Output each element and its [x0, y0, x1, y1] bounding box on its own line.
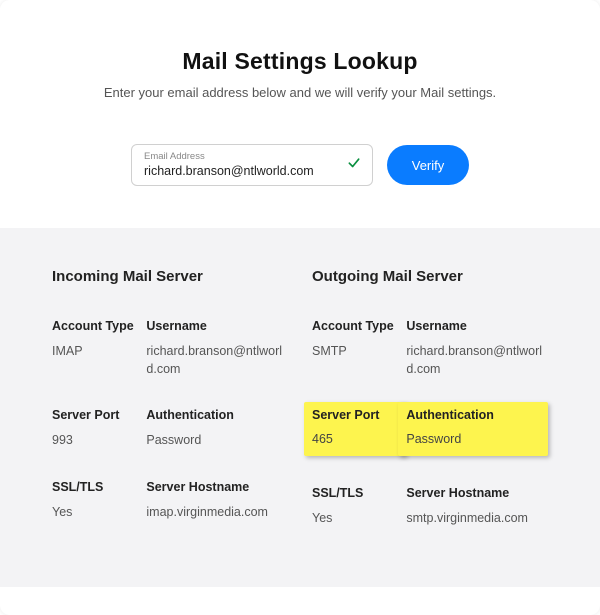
outgoing-server-port: Server Port 465 [312, 408, 406, 456]
outgoing-account-type: Account Type SMTP [312, 319, 406, 378]
value-ssl: Yes [312, 510, 406, 528]
value-ssl: Yes [52, 504, 146, 522]
value-hostname: smtp.virginmedia.com [406, 510, 548, 528]
mail-settings-card: Mail Settings Lookup Enter your email ad… [0, 0, 600, 615]
results-section: Incoming Mail Server Account Type IMAP U… [0, 228, 600, 587]
email-float-label: Email Address [144, 152, 336, 162]
email-input[interactable] [144, 164, 336, 178]
incoming-server-port: Server Port 993 [52, 408, 146, 450]
incoming-hostname: Server Hostname imap.virginmedia.com [146, 480, 288, 522]
incoming-ssl: SSL/TLS Yes [52, 480, 146, 522]
lookup-form: Email Address Verify [40, 144, 560, 186]
value-account-type: SMTP [312, 343, 406, 361]
value-hostname: imap.virginmedia.com [146, 504, 288, 522]
label-hostname: Server Hostname [146, 480, 288, 494]
label-ssl: SSL/TLS [52, 480, 146, 494]
value-authentication: Password [146, 432, 288, 450]
email-input-container[interactable]: Email Address [131, 144, 373, 186]
value-server-port: 993 [52, 432, 146, 450]
outgoing-hostname: Server Hostname smtp.virginmedia.com [406, 486, 548, 528]
highlight-server-port: Server Port 465 [304, 402, 406, 456]
outgoing-pairs: Account Type SMTP Username richard.brans… [312, 319, 548, 557]
incoming-heading: Incoming Mail Server [52, 268, 288, 285]
label-server-port: Server Port [52, 408, 146, 422]
highlight-authentication: Authentication Password [398, 402, 548, 456]
servers-row: Incoming Mail Server Account Type IMAP U… [52, 268, 548, 557]
verify-button[interactable]: Verify [387, 145, 469, 185]
incoming-account-type: Account Type IMAP [52, 319, 146, 378]
incoming-authentication: Authentication Password [146, 408, 288, 450]
incoming-pairs: Account Type IMAP Username richard.brans… [52, 319, 288, 551]
label-account-type: Account Type [52, 319, 146, 333]
label-username: Username [146, 319, 288, 333]
check-icon [346, 155, 362, 176]
label-server-port: Server Port [312, 408, 398, 422]
value-server-port: 465 [312, 431, 398, 449]
lookup-header: Mail Settings Lookup Enter your email ad… [0, 0, 600, 228]
outgoing-ssl: SSL/TLS Yes [312, 486, 406, 528]
value-username: richard.branson@ntlworld.com [146, 343, 288, 378]
label-hostname: Server Hostname [406, 486, 548, 500]
value-username: richard.branson@ntlworld.com [406, 343, 548, 378]
label-ssl: SSL/TLS [312, 486, 406, 500]
label-username: Username [406, 319, 548, 333]
value-account-type: IMAP [52, 343, 146, 361]
label-account-type: Account Type [312, 319, 406, 333]
value-authentication: Password [406, 431, 540, 449]
page-title: Mail Settings Lookup [40, 48, 560, 75]
label-authentication: Authentication [406, 408, 540, 422]
label-authentication: Authentication [146, 408, 288, 422]
outgoing-heading: Outgoing Mail Server [312, 268, 548, 285]
outgoing-authentication: Authentication Password [406, 408, 548, 456]
incoming-username: Username richard.branson@ntlworld.com [146, 319, 288, 378]
outgoing-username: Username richard.branson@ntlworld.com [406, 319, 548, 378]
incoming-column: Incoming Mail Server Account Type IMAP U… [52, 268, 288, 557]
page-subtitle: Enter your email address below and we wi… [40, 85, 560, 100]
outgoing-column: Outgoing Mail Server Account Type SMTP U… [312, 268, 548, 557]
